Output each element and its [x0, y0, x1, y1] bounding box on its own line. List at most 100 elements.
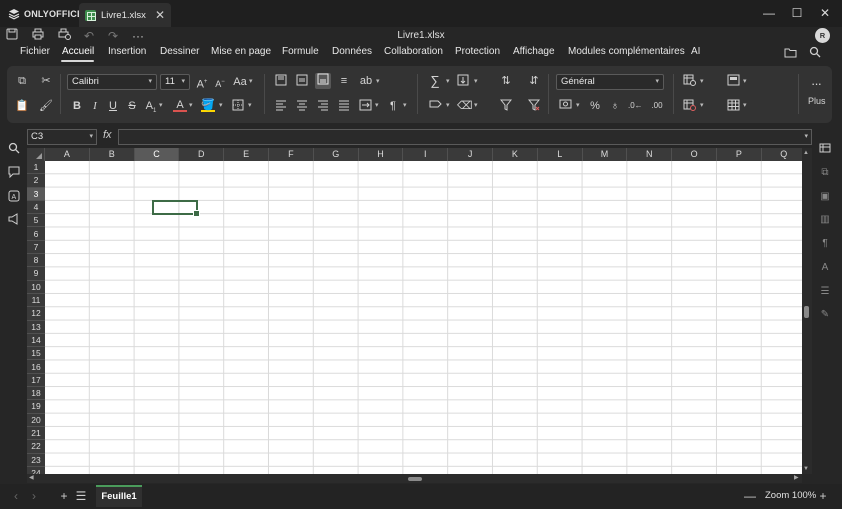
scroll-left-icon[interactable]: ◀: [29, 474, 34, 481]
column-header[interactable]: G: [314, 148, 359, 161]
sheet-list-icon[interactable]: ☰: [74, 489, 88, 503]
paragraph-settings-icon[interactable]: ¶: [818, 237, 832, 251]
row-header[interactable]: 24: [27, 467, 45, 474]
avatar[interactable]: R: [815, 28, 830, 43]
row-header[interactable]: 6: [27, 228, 45, 241]
chevron-down-icon[interactable]: ▾: [743, 75, 747, 89]
document-tab[interactable]: Livre1.xlsx ✕: [79, 3, 171, 27]
chevron-down-icon[interactable]: ▾: [219, 99, 223, 113]
row-header[interactable]: 7: [27, 241, 45, 255]
font-name-select[interactable]: Calibri ▾: [67, 74, 157, 90]
next-sheet-icon[interactable]: ›: [27, 489, 41, 503]
previous-sheet-icon[interactable]: ‹: [9, 489, 23, 503]
scroll-down-icon[interactable]: ▼: [803, 466, 809, 472]
chevron-down-icon[interactable]: ▾: [576, 99, 580, 113]
conditional-formatting-icon[interactable]: [682, 74, 696, 88]
chevron-down-icon[interactable]: ▾: [474, 75, 478, 89]
row-header[interactable]: 8: [27, 254, 45, 268]
tab-affichage[interactable]: Affichage: [513, 46, 555, 57]
tab-donnees[interactable]: Données: [332, 46, 372, 57]
close-tab-icon[interactable]: ✕: [155, 8, 165, 22]
row-header[interactable]: 17: [27, 374, 45, 388]
text-art-settings-icon[interactable]: A: [818, 261, 832, 275]
shape-settings-icon[interactable]: ⧉: [818, 166, 832, 180]
tab-collaboration[interactable]: Collaboration: [384, 46, 443, 57]
minimize-button[interactable]: —: [756, 4, 782, 22]
column-header[interactable]: Q: [762, 148, 802, 161]
cell-settings-icon[interactable]: [818, 142, 832, 156]
row-header[interactable]: 4: [27, 201, 45, 215]
align-middle-icon[interactable]: [295, 74, 309, 88]
column-header[interactable]: H: [359, 148, 404, 161]
row-header[interactable]: 23: [27, 454, 45, 467]
italic-icon[interactable]: I: [88, 99, 102, 113]
clear-icon[interactable]: ⌫: [457, 99, 473, 113]
align-top-icon[interactable]: [274, 74, 288, 88]
row-header[interactable]: 14: [27, 334, 45, 348]
column-header[interactable]: M: [583, 148, 628, 161]
font-color-icon[interactable]: A: [173, 98, 187, 112]
chevron-down-icon[interactable]: ▾: [189, 99, 193, 113]
column-header[interactable]: N: [627, 148, 673, 161]
row-header[interactable]: 12: [27, 307, 45, 321]
sort-ascending-icon[interactable]: ⇅: [499, 74, 513, 88]
underline-icon[interactable]: U: [106, 99, 120, 113]
name-box[interactable]: C3 ▾: [27, 129, 97, 145]
font-size-select[interactable]: 11 ▾: [160, 74, 190, 90]
column-header[interactable]: E: [224, 148, 269, 161]
image-settings-icon[interactable]: ▣: [818, 190, 832, 204]
scroll-up-icon[interactable]: ▲: [803, 150, 809, 156]
decrease-decimal-icon[interactable]: .0←: [628, 99, 643, 113]
add-sheet-icon[interactable]: +: [57, 489, 71, 503]
tab-fichier[interactable]: Fichier: [20, 46, 50, 57]
chevron-down-icon[interactable]: ▾: [249, 75, 253, 89]
more-icon[interactable]: ···: [809, 77, 823, 91]
sort-descending-icon[interactable]: ⇵: [527, 74, 541, 88]
strikethrough-icon[interactable]: S: [125, 99, 139, 113]
close-window-button[interactable]: ✕: [812, 4, 838, 22]
tab-protection[interactable]: Protection: [455, 46, 500, 57]
cell-area[interactable]: [45, 161, 802, 474]
column-header[interactable]: A: [45, 148, 90, 161]
row-header[interactable]: 22: [27, 440, 45, 454]
column-header[interactable]: D: [179, 148, 225, 161]
sum-icon[interactable]: ∑: [428, 74, 442, 88]
row-header[interactable]: 10: [27, 281, 45, 294]
open-file-location-icon[interactable]: [782, 46, 798, 62]
accounting-format-icon[interactable]: [558, 99, 572, 113]
increase-font-icon[interactable]: A+: [195, 75, 209, 91]
formula-input[interactable]: ▾: [118, 129, 812, 145]
row-header[interactable]: 13: [27, 321, 45, 334]
number-format-select[interactable]: Général ▾: [556, 74, 664, 90]
column-header[interactable]: O: [672, 148, 717, 161]
tab-dessiner[interactable]: Dessiner: [160, 46, 199, 57]
chevron-down-icon[interactable]: ▾: [375, 99, 379, 113]
find-icon[interactable]: [7, 142, 21, 156]
column-header[interactable]: F: [269, 148, 314, 161]
column-header[interactable]: P: [717, 148, 762, 161]
fill-color-icon[interactable]: 🪣: [201, 98, 215, 112]
increase-decimal-icon[interactable]: .00: [650, 99, 664, 113]
horizontal-scroll-thumb[interactable]: [408, 477, 422, 481]
select-all-button[interactable]: [27, 148, 45, 161]
chevron-down-icon[interactable]: ▾: [700, 99, 704, 113]
row-header[interactable]: 20: [27, 414, 45, 427]
change-case-icon[interactable]: Aa: [232, 75, 248, 89]
tab-accueil[interactable]: Accueil: [62, 46, 94, 57]
sheet-tab[interactable]: Feuille1: [96, 485, 142, 507]
spellcheck-icon[interactable]: A: [7, 190, 21, 204]
cell-styles-icon[interactable]: [726, 74, 740, 88]
borders-icon[interactable]: [231, 99, 245, 113]
filter-icon[interactable]: [499, 99, 513, 113]
feedback-icon[interactable]: [7, 213, 21, 227]
tab-ai[interactable]: AI: [691, 46, 700, 57]
wrap-text-icon[interactable]: ≡: [337, 74, 351, 88]
tab-formule[interactable]: Formule: [282, 46, 319, 57]
column-header[interactable]: B: [90, 148, 135, 161]
tab-modules[interactable]: Modules complémentaires: [568, 46, 685, 57]
tab-insertion[interactable]: Insertion: [108, 46, 146, 57]
chevron-down-icon[interactable]: ▾: [403, 99, 407, 113]
vertical-scroll-thumb[interactable]: [804, 306, 809, 318]
chevron-down-icon[interactable]: ▾: [700, 75, 704, 89]
chevron-down-icon[interactable]: ▾: [446, 99, 450, 113]
